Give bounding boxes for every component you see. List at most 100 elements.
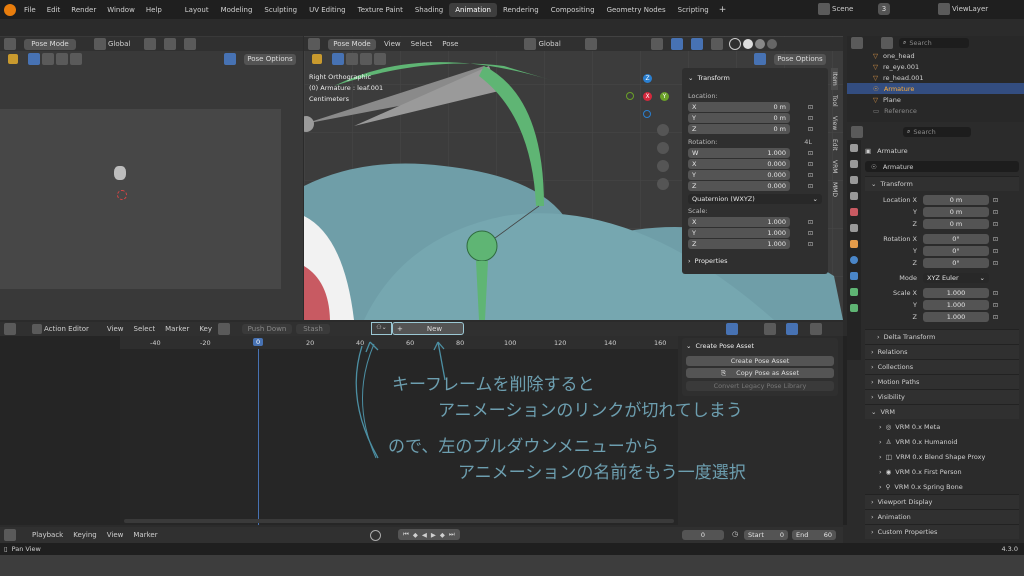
zoom-icon[interactable] [657, 124, 669, 136]
delta-transform-header[interactable]: › Delta Transform [865, 329, 1019, 344]
motion-paths-header[interactable]: › Motion Paths [865, 374, 1019, 389]
properties-search[interactable]: ⌕ Search [903, 127, 971, 137]
camera-toggle-icon[interactable] [657, 160, 669, 172]
select-mode-extend-icon[interactable] [42, 53, 54, 65]
tab-layout[interactable]: Layout [179, 3, 215, 17]
filter-funnel-icon[interactable] [764, 323, 776, 335]
menu-help[interactable]: Help [146, 6, 162, 14]
add-workspace-icon[interactable]: + [719, 5, 727, 15]
clock-icon[interactable]: ◷ [732, 530, 738, 538]
left-viewport[interactable] [0, 36, 303, 320]
scene-icon[interactable] [818, 3, 830, 15]
jump-end-icon[interactable]: ⏭ [449, 530, 455, 539]
lock-icon[interactable]: ⊡ [993, 209, 998, 216]
rotation-4l-toggle[interactable]: 4L [804, 138, 812, 146]
outliner-item[interactable]: ▽ re_head.001 [847, 72, 1024, 83]
rotation-w-field[interactable]: W 1.000 [688, 148, 790, 158]
tab-modeling[interactable]: Modeling [215, 3, 259, 17]
action-browse-dropdown[interactable]: ⚇⌄ [371, 322, 392, 335]
tab-rendering[interactable]: Rendering [497, 3, 545, 17]
physics-tab-icon[interactable] [850, 256, 858, 264]
gizmo-neg-y[interactable] [626, 92, 634, 100]
lock-icon[interactable]: ⊡ [993, 236, 998, 243]
outliner-item[interactable]: ▽ re_eye.001 [847, 61, 1024, 72]
menu-file[interactable]: File [24, 6, 36, 14]
next-key-icon[interactable]: ◆ [440, 531, 445, 539]
viewport-menu-pose[interactable]: Pose [442, 40, 458, 48]
side-tab-view[interactable]: View [831, 112, 838, 134]
rotation-mode-select[interactable]: Quaternion (WXYZ) ⌄ [688, 194, 822, 204]
prev-key-icon[interactable]: ◆ [413, 531, 418, 539]
xray-icon[interactable] [710, 38, 723, 50]
gizmo-z-axis[interactable]: Z [643, 74, 652, 83]
select-mode-subtract-icon[interactable] [56, 53, 68, 65]
object-tab-icon[interactable] [850, 240, 858, 248]
scene-tab-icon[interactable] [850, 208, 858, 216]
lock-icon[interactable]: ⊡ [808, 219, 813, 226]
orientation-icon[interactable] [94, 38, 106, 50]
obj-rotation-y[interactable]: 0° [923, 246, 989, 256]
viewport-select-extend-icon[interactable] [346, 53, 358, 65]
lock-icon[interactable]: ⊡ [808, 241, 813, 248]
left-mode-select[interactable]: Pose Mode [24, 38, 76, 50]
new-action-button[interactable]: + New [392, 322, 464, 335]
push-down-button[interactable]: Push Down [242, 324, 293, 334]
pivot-icon[interactable] [144, 38, 157, 50]
gizmo-toggle-icon[interactable] [670, 38, 683, 50]
lock-icon[interactable]: ⊡ [993, 314, 998, 321]
tl-menu-marker[interactable]: Marker [133, 531, 157, 539]
proportional-icon[interactable] [184, 38, 197, 50]
view-layer-name[interactable]: ViewLayer [952, 5, 988, 13]
lock-icon[interactable]: ⊡ [993, 290, 998, 297]
timeline-editor-icon[interactable] [4, 529, 16, 541]
obj-scale-y[interactable]: 1.000 [923, 300, 989, 310]
tool-tab-icon[interactable] [850, 144, 858, 152]
tab-animation[interactable]: Animation [449, 2, 497, 17]
tl-menu-view[interactable]: View [107, 531, 124, 539]
action-editor-mode[interactable]: Action Editor [44, 325, 89, 333]
collections-header[interactable]: › Collections [865, 359, 1019, 374]
side-tab-vrm[interactable]: VRM [831, 156, 838, 178]
rotation-mode-dropdown[interactable]: XYZ Euler ⌄ [923, 273, 989, 283]
shading-solid-icon[interactable] [742, 39, 753, 49]
jump-start-icon[interactable]: ⏮ [403, 530, 409, 539]
outliner-item-selected[interactable]: ☉ Armature [847, 83, 1024, 94]
obj-location-z[interactable]: 0 m [923, 219, 989, 229]
viewport-select-tool-icon[interactable] [312, 54, 322, 64]
action-editor-mode-icon[interactable] [32, 324, 42, 334]
outliner-item[interactable]: ▽ one_head [847, 50, 1024, 61]
viewport-select-new-icon[interactable] [332, 53, 344, 65]
viewport-pivot-icon[interactable] [584, 38, 597, 50]
start-frame-field[interactable]: Start 0 [744, 530, 788, 540]
ortho-toggle-icon[interactable] [657, 178, 669, 190]
current-frame-field[interactable]: 0 [682, 530, 724, 540]
menu-window[interactable]: Window [107, 6, 135, 14]
gizmo-y-axis[interactable]: Y [660, 92, 669, 101]
play-icon[interactable]: ▶ [431, 531, 436, 539]
animation-header[interactable]: › Animation [865, 509, 1019, 524]
lock-icon[interactable]: ⊡ [808, 126, 813, 133]
viewport-pose-options[interactable]: Pose Options [774, 53, 826, 65]
vrm-meta-item[interactable]: › ◎ VRM 0.x Meta [879, 419, 1019, 434]
tab-texture-paint[interactable]: Texture Paint [352, 3, 409, 17]
scale-y-field[interactable]: Y 1.000 [688, 228, 790, 238]
playhead-line[interactable] [258, 349, 259, 525]
gizmo-x-axis[interactable]: X [643, 92, 652, 101]
record-icon[interactable] [370, 530, 381, 541]
lock-icon[interactable]: ⊡ [808, 104, 813, 111]
obj-scale-x[interactable]: 1.000 [923, 288, 989, 298]
blender-logo-icon[interactable] [4, 3, 16, 16]
vrm-spring-bone-item[interactable]: › ⚲ VRM 0.x Spring Bone [879, 479, 1019, 494]
obj-scale-z[interactable]: 1.000 [923, 312, 989, 322]
viewport-display-header[interactable]: › Viewport Display [865, 494, 1019, 509]
obj-rotation-z[interactable]: 0° [923, 258, 989, 268]
obj-location-x[interactable]: 0 m [923, 195, 989, 205]
lock-icon[interactable]: ⊡ [808, 115, 813, 122]
mirror-x-icon[interactable] [224, 53, 236, 65]
shading-material-icon[interactable] [754, 39, 765, 49]
location-x-field[interactable]: X0 m [688, 102, 790, 112]
outliner-search[interactable]: ⌕ Search [899, 38, 969, 48]
ae-menu-view[interactable]: View [107, 325, 124, 333]
lock-icon[interactable]: ⊡ [808, 230, 813, 237]
scale-x-field[interactable]: X 1.000 [688, 217, 790, 227]
